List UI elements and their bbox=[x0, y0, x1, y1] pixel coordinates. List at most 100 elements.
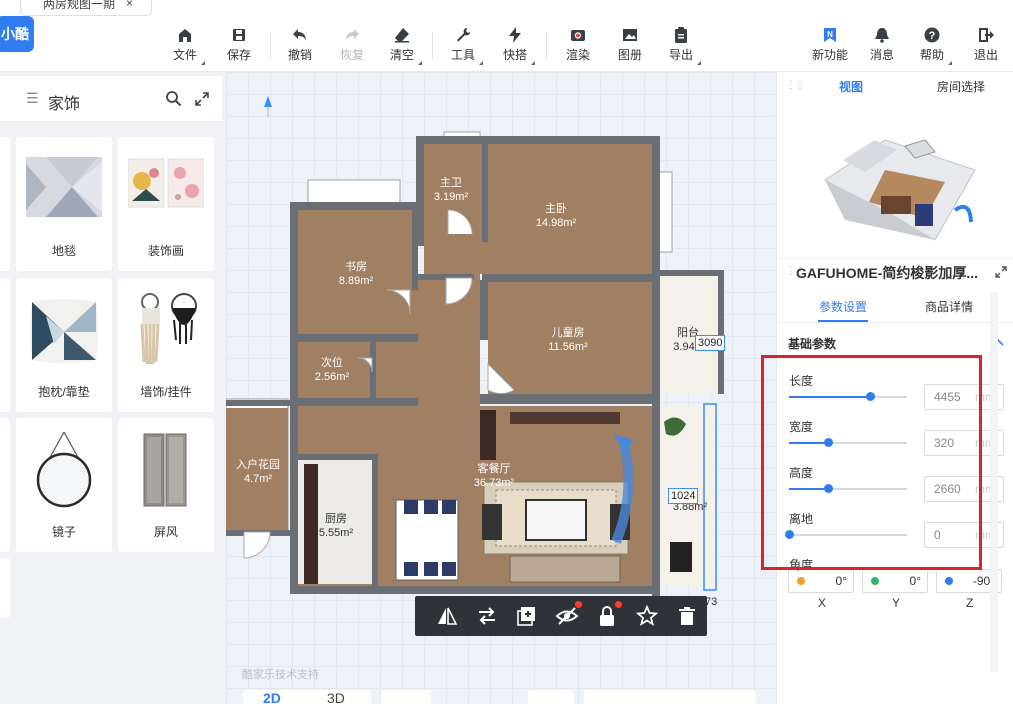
app-logo[interactable]: 小酷 bbox=[0, 16, 34, 52]
mode-3d-tab[interactable]: 3D bbox=[327, 691, 345, 704]
dropdown-corner-icon bbox=[201, 61, 205, 65]
tab-view[interactable]: 视图 bbox=[839, 78, 863, 95]
save-label: 保存 bbox=[226, 48, 251, 62]
catalog-item-cushion[interactable]: 抱枕/靠垫 bbox=[16, 278, 112, 412]
hide-button[interactable] bbox=[555, 601, 582, 628]
painting-thumbnail bbox=[128, 158, 204, 208]
room-area: 3.94 bbox=[673, 341, 694, 353]
toolbar-divider bbox=[432, 32, 433, 60]
cabinet bbox=[480, 410, 496, 460]
panel-scrollbar[interactable] bbox=[990, 292, 998, 672]
export-button[interactable]: 导出 bbox=[655, 22, 707, 68]
catalog-item-label: 墙饰/挂件 bbox=[140, 385, 192, 399]
catalog-title: 家饰 bbox=[48, 96, 81, 113]
wall bbox=[416, 136, 660, 144]
room-master-bedroom-floor bbox=[488, 144, 654, 274]
fit-view-button[interactable] bbox=[528, 690, 574, 704]
room-name: 书房 bbox=[345, 260, 367, 273]
mode-2d-tab[interactable]: 2D bbox=[263, 691, 281, 704]
screen-thumbnail bbox=[143, 433, 187, 507]
highlight-annotation bbox=[761, 355, 982, 570]
expand-icon[interactable] bbox=[995, 266, 1007, 278]
zoom-bar[interactable] bbox=[584, 690, 756, 704]
tools-label: 工具 bbox=[450, 48, 475, 62]
dimension-label[interactable]: 1024 bbox=[668, 488, 699, 504]
undo-button[interactable]: 撤销 bbox=[274, 22, 326, 68]
list-icon[interactable]: ☰ bbox=[26, 90, 39, 107]
messages-button[interactable]: 消息 bbox=[856, 22, 908, 68]
redo-label: 恢复 bbox=[339, 48, 364, 62]
exit-label: 退出 bbox=[973, 48, 998, 62]
catalog-item-mirror[interactable]: 镜子 bbox=[16, 418, 112, 552]
exit-button[interactable]: 退出 bbox=[960, 22, 1012, 68]
wall bbox=[652, 136, 660, 596]
clipboard-icon bbox=[675, 27, 687, 43]
album-button[interactable]: 图册 bbox=[604, 22, 656, 68]
room-name: 入户花园 bbox=[236, 457, 280, 471]
tab-parameters[interactable]: 参数设置 bbox=[819, 298, 867, 315]
trash-icon[interactable] bbox=[675, 604, 699, 628]
rotation-dial-icon[interactable] bbox=[797, 577, 805, 585]
add-copy-icon[interactable] bbox=[515, 604, 539, 628]
angle-input[interactable]: 0° bbox=[788, 569, 854, 593]
catalog-card-partial bbox=[0, 418, 10, 552]
camera-icon bbox=[571, 30, 585, 41]
star-icon[interactable] bbox=[635, 604, 659, 628]
lock-button[interactable] bbox=[595, 601, 622, 628]
tools-button[interactable]: 工具 bbox=[437, 22, 489, 68]
catalog-item-label: 装饰画 bbox=[147, 244, 184, 258]
dropdown-corner-icon bbox=[697, 61, 701, 65]
new-features-label: 新功能 bbox=[811, 48, 848, 62]
wall bbox=[370, 340, 376, 402]
file-label: 文件 bbox=[172, 48, 197, 62]
catalog-card-partial bbox=[0, 278, 10, 412]
catalog-item-rug[interactable]: 地毯 bbox=[16, 137, 112, 271]
eye-hidden-icon bbox=[555, 607, 579, 625]
view-options-button[interactable] bbox=[381, 690, 431, 704]
redo-button[interactable]: 恢复 bbox=[326, 22, 378, 68]
expand-icon[interactable] bbox=[194, 91, 210, 107]
wall bbox=[480, 394, 654, 404]
file-button[interactable]: 文件 bbox=[159, 22, 211, 68]
render-label: 渲染 bbox=[565, 48, 590, 62]
rotation-dial-icon[interactable] bbox=[945, 577, 953, 585]
dimension-label[interactable]: 3090 bbox=[695, 335, 726, 351]
room-name: 客餐厅 bbox=[478, 461, 511, 475]
render-button[interactable]: 渲染 bbox=[552, 22, 604, 68]
dining-chair bbox=[424, 500, 438, 514]
room-study-floor bbox=[296, 208, 418, 338]
3d-preview-image bbox=[824, 139, 976, 241]
product-title: GAFUHOME-简约梭影加厚... bbox=[776, 258, 1013, 286]
clear-button[interactable]: 清空 bbox=[376, 22, 428, 68]
document-tab[interactable]: 两房规图一期 × bbox=[20, 0, 152, 16]
catalog-item-screen[interactable]: 屏风 bbox=[118, 418, 214, 552]
angle-input[interactable]: 0° bbox=[862, 569, 928, 593]
angle-value: 0° bbox=[909, 574, 921, 588]
room-area: 8.89m² bbox=[339, 275, 374, 287]
dropdown-corner-icon bbox=[948, 61, 952, 65]
wall bbox=[412, 208, 418, 290]
close-icon[interactable]: × bbox=[126, 0, 133, 9]
3d-preview[interactable] bbox=[785, 100, 1009, 252]
room-name: 主卫 bbox=[440, 176, 462, 189]
tab-product-details[interactable]: 商品详情 bbox=[925, 298, 973, 315]
new-features-button[interactable]: N 新功能 bbox=[804, 22, 856, 68]
help-button[interactable]: ? 帮助 bbox=[906, 22, 958, 68]
washing-machine bbox=[670, 542, 692, 572]
catalog-item-decorative-painting[interactable]: 装饰画 bbox=[118, 137, 214, 271]
search-icon[interactable] bbox=[165, 90, 182, 107]
mirror-icon[interactable] bbox=[435, 604, 459, 628]
tab-room-select[interactable]: 房间选择 bbox=[937, 78, 985, 95]
lightning-icon bbox=[509, 27, 521, 43]
room-area: 5.55m² bbox=[319, 527, 354, 539]
rotation-dial-icon[interactable] bbox=[871, 577, 879, 585]
toolbar-divider bbox=[546, 32, 547, 60]
new-badge-icon: N bbox=[824, 28, 836, 42]
catalog-item-wall-hanging[interactable]: 墙饰/挂件 bbox=[118, 278, 214, 412]
wall bbox=[482, 274, 654, 282]
room-area: 14.98m² bbox=[536, 217, 577, 229]
swap-icon[interactable] bbox=[475, 604, 499, 628]
save-button[interactable]: 保存 bbox=[213, 22, 265, 68]
wall bbox=[290, 398, 418, 406]
quick-build-button[interactable]: 快搭 bbox=[489, 22, 541, 68]
